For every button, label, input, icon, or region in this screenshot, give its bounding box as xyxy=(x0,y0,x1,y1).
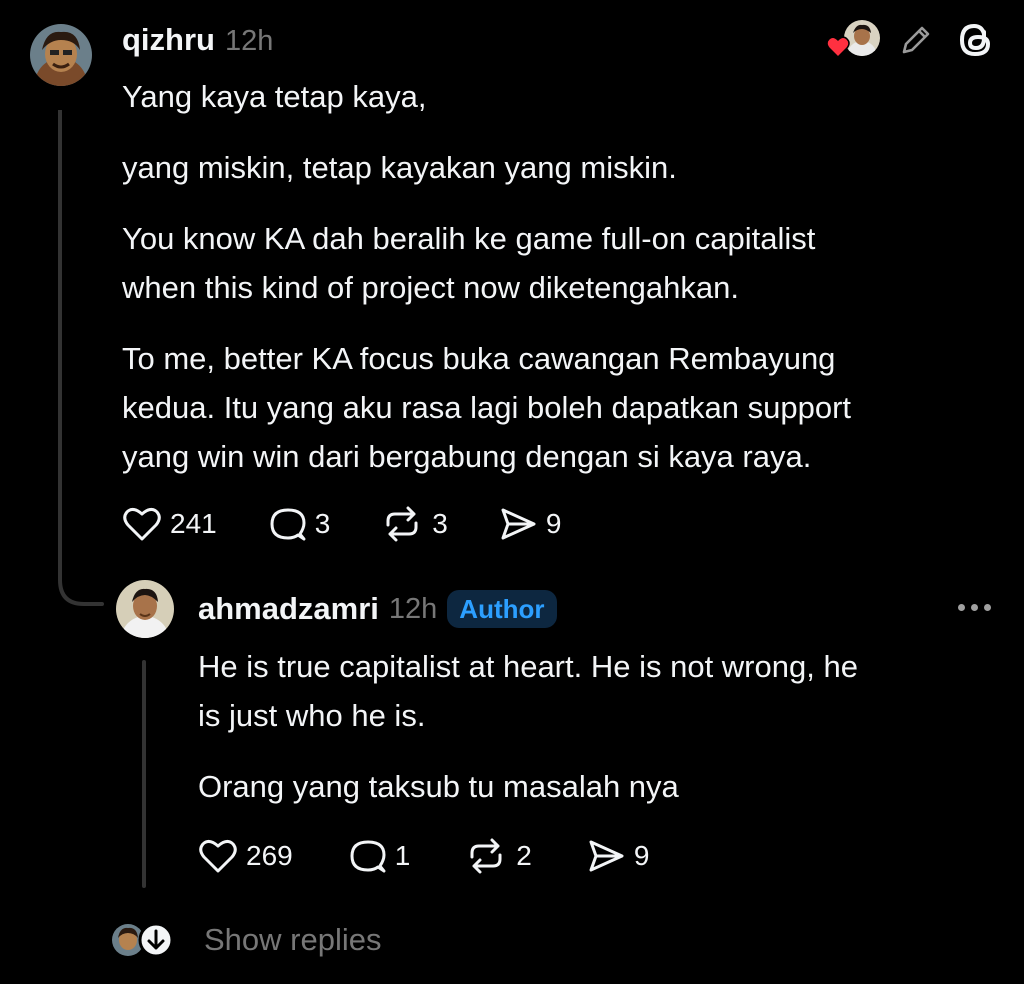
like-button[interactable]: 241 xyxy=(122,505,217,543)
post-paragraph: yang miskin, tetap kayakan yang miskin. xyxy=(122,150,677,185)
heart-icon xyxy=(123,507,161,541)
repost-count: 2 xyxy=(516,840,532,871)
avatar-ahmadzamri[interactable] xyxy=(116,580,174,638)
avatar-qizhru[interactable] xyxy=(30,24,92,86)
reply-paragraph: He is true capitalist at heart. He is no… xyxy=(198,649,858,733)
repost-count: 3 xyxy=(432,508,448,539)
liked-by-author-heart-icon xyxy=(826,36,850,58)
repost-button[interactable]: 2 xyxy=(464,837,532,875)
heart-icon xyxy=(199,839,237,873)
reply-header: ahmadzamri 12h Author xyxy=(198,590,557,628)
repost-button[interactable]: 3 xyxy=(380,505,448,543)
arrow-down-icon xyxy=(138,922,174,958)
post-paragraph: You know KA dah beralih ke game full-on … xyxy=(122,221,816,305)
like-count: 241 xyxy=(170,508,217,539)
post-actions: 241 3 3 9 xyxy=(122,505,561,543)
username-qizhru[interactable]: qizhru xyxy=(122,22,215,58)
share-icon xyxy=(589,840,624,872)
threads-logo-icon[interactable] xyxy=(954,18,996,62)
reply-actions: 269 1 2 9 xyxy=(198,837,649,875)
reply-body: He is true capitalist at heart. He is no… xyxy=(198,642,998,811)
show-replies-label[interactable]: Show replies xyxy=(204,922,381,958)
post-header: qizhru 12h xyxy=(122,22,273,58)
reply-button[interactable]: 1 xyxy=(347,837,411,875)
author-badge: Author xyxy=(447,590,557,628)
username-ahmadzamri[interactable]: ahmadzamri xyxy=(198,591,379,627)
share-icon xyxy=(501,508,536,540)
reply-button[interactable]: 3 xyxy=(267,505,331,543)
share-count: 9 xyxy=(545,508,562,539)
reply-thread-line xyxy=(142,660,146,888)
like-button[interactable]: 269 xyxy=(198,837,293,875)
show-replies-row[interactable]: Show replies xyxy=(112,922,381,958)
repost-icon xyxy=(386,506,418,542)
liked-by-author-indicator[interactable] xyxy=(826,20,882,60)
post-paragraph: Yang kaya tetap kaya, xyxy=(122,79,427,114)
post-body: Yang kaya tetap kaya, yang miskin, tetap… xyxy=(122,72,1002,481)
post-timestamp: 12h xyxy=(225,25,274,57)
edit-pencil-icon[interactable] xyxy=(898,22,934,58)
post-paragraph: To me, better KA focus buka cawangan Rem… xyxy=(122,341,852,474)
more-dot xyxy=(958,604,965,611)
reply-count: 1 xyxy=(394,840,411,871)
share-count: 9 xyxy=(633,840,650,871)
share-button[interactable]: 9 xyxy=(586,837,650,875)
replier-avatars xyxy=(112,922,174,958)
comment-icon xyxy=(270,508,306,541)
more-dot xyxy=(984,604,991,611)
reply-paragraph: Orang yang taksub tu masalah nya xyxy=(198,769,679,804)
repost-icon xyxy=(470,838,502,874)
more-options-button[interactable] xyxy=(958,604,991,611)
reply-count: 3 xyxy=(314,508,331,539)
like-count: 269 xyxy=(246,840,293,871)
share-button[interactable]: 9 xyxy=(498,505,562,543)
thread-connector-line xyxy=(58,110,104,606)
more-dot xyxy=(971,604,978,611)
reply-timestamp: 12h xyxy=(388,592,438,625)
comment-icon xyxy=(350,840,386,873)
